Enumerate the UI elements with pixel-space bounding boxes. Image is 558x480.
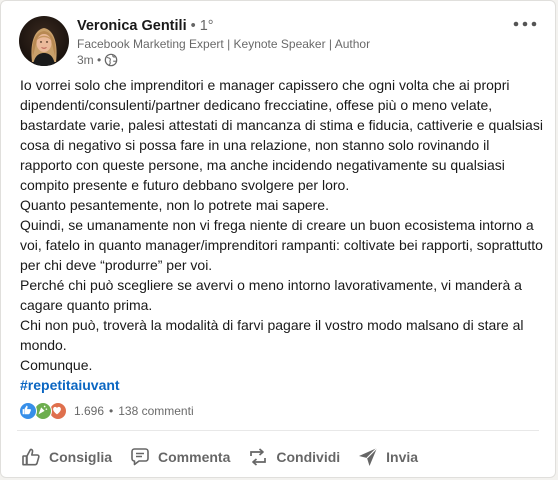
post-paragraph: Perché chi può scegliere se avervi o men… [20,277,522,313]
more-horizontal-icon [513,21,537,27]
divider [17,430,539,431]
reactions-count[interactable]: 1.696 [74,404,104,418]
comments-count[interactable]: 138 commenti [118,404,193,418]
author-avatar[interactable] [19,16,69,66]
repost-button[interactable]: Condividi [240,437,346,477]
like-icon [19,402,37,420]
social-counts: 1.696 • 138 commenti [19,402,194,420]
send-button[interactable]: Invia [350,437,424,477]
like-button[interactable]: Consiglia [13,437,118,477]
more-options-button[interactable] [511,14,539,34]
post-time: 3m • [77,53,102,67]
repost-button-label: Condividi [276,449,341,465]
post-meta: 3m • [77,52,118,68]
post-actions: Consiglia Commenta Condividi Invia [13,437,428,477]
separator-dot: • [109,404,114,418]
repost-icon [250,448,267,466]
send-button-label: Invia [386,449,419,465]
like-button-label: Consiglia [49,449,113,465]
post-paragraph: Comunque. [20,357,93,373]
hashtag-link[interactable]: #repetitaiuvant [20,375,120,395]
globe-icon [104,53,118,67]
post-body: Io vorrei solo che imprenditori e manage… [20,75,545,395]
post-paragraph: Io vorrei solo che imprenditori e manage… [20,77,543,193]
post-paragraph: Quindi, se umanamente non vi frega nient… [20,217,543,273]
post-card: Veronica Gentili • 1° Facebook Marketing… [0,0,556,478]
reaction-icons[interactable] [19,402,67,420]
author-name-text[interactable]: Veronica Gentili [77,18,187,34]
author-name[interactable]: Veronica Gentili • 1° [77,18,214,34]
thumbs-up-icon [22,448,40,466]
author-headline: Facebook Marketing Expert | Keynote Spea… [77,37,371,51]
connection-degree: • 1° [186,18,214,34]
post-paragraph: Chi non può, troverà la modalità di farv… [20,317,524,353]
post-paragraph: Quanto pesantemente, non lo potrete mai … [20,197,329,213]
send-icon [359,447,378,466]
comment-button[interactable]: Commenta [122,437,236,477]
comment-icon [131,448,149,466]
comment-button-label: Commenta [158,449,231,465]
